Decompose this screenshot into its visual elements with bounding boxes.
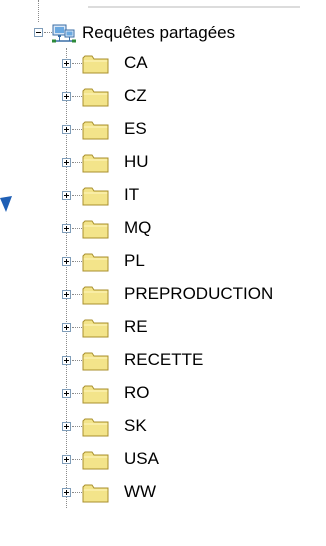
tree-connector (72, 195, 82, 196)
mouse-cursor-icon (0, 196, 12, 212)
folder-icon (82, 418, 109, 437)
tree-node-folder[interactable]: RO (0, 378, 326, 408)
tree-connector (72, 393, 82, 394)
folder-icon (82, 484, 109, 503)
folder-icon (82, 319, 109, 338)
tree-node-label: USA (124, 449, 159, 468)
tree-node-label: PREPRODUCTION (124, 284, 274, 303)
expand-icon[interactable] (62, 290, 71, 299)
tree-connector (72, 492, 82, 493)
tree-node-label: WW (124, 482, 157, 501)
collapse-icon[interactable] (34, 28, 43, 37)
expand-icon[interactable] (62, 389, 71, 398)
expand-icon[interactable] (62, 257, 71, 266)
tree-node-folder[interactable]: WW (0, 477, 326, 507)
tree-connector (72, 459, 82, 460)
tree-node-label: HU (124, 152, 149, 171)
tree-node-folder[interactable]: CA (0, 48, 326, 78)
tree-connector (72, 261, 82, 262)
expand-icon[interactable] (62, 455, 71, 464)
tree-node-folder[interactable]: ES (0, 114, 326, 144)
tree-node-folder[interactable]: RE (0, 312, 326, 342)
tree-node-folder[interactable]: HU (0, 147, 326, 177)
expand-icon[interactable] (62, 158, 71, 167)
expand-icon[interactable] (62, 92, 71, 101)
tree-node-label: ES (124, 119, 147, 138)
expand-icon[interactable] (62, 323, 71, 332)
tree-connector (72, 294, 82, 295)
tree-view[interactable]: Requêtes partagées CA CZ ES HU IT MQ PL … (0, 0, 326, 546)
tree-node-folder[interactable]: CZ (0, 81, 326, 111)
expand-icon[interactable] (62, 422, 71, 431)
tree-connector (72, 327, 82, 328)
tree-node-label: MQ (124, 218, 152, 237)
tree-node-label: Requêtes partagées (82, 23, 236, 42)
tree-node-label: PL (124, 251, 145, 270)
network-share-icon (52, 24, 76, 43)
tree-node-folder[interactable]: RECETTE (0, 345, 326, 375)
tree-node-folder[interactable]: PL (0, 246, 326, 276)
tree-node-label: CA (124, 53, 148, 72)
tree-node-label: IT (124, 185, 140, 204)
folder-icon (82, 187, 109, 206)
folder-icon (82, 385, 109, 404)
tree-node-folder[interactable]: USA (0, 444, 326, 474)
tree-connector (72, 426, 82, 427)
tree-node-label: SK (124, 416, 147, 435)
tree-node-label: RE (124, 317, 148, 336)
folder-icon (82, 286, 109, 305)
folder-icon (82, 451, 109, 470)
tree-node-requetes-partagees[interactable]: Requêtes partagées (0, 18, 326, 48)
tree-node-folder[interactable]: MQ (0, 213, 326, 243)
expand-icon[interactable] (62, 488, 71, 497)
tree-connector (72, 129, 82, 130)
folder-icon (82, 88, 109, 107)
folder-icon (82, 55, 109, 74)
tree-connector (72, 228, 82, 229)
expand-icon[interactable] (62, 191, 71, 200)
folder-icon (82, 220, 109, 239)
folder-icon (82, 121, 109, 140)
tree-node-label: RECETTE (124, 350, 204, 369)
tree-node-folder[interactable]: IT (0, 180, 326, 210)
folder-icon (82, 253, 109, 272)
tree-connector (72, 360, 82, 361)
tree-node-folder[interactable]: PREPRODUCTION (0, 279, 326, 309)
tree-connector (72, 96, 82, 97)
expand-icon[interactable] (62, 125, 71, 134)
expand-icon[interactable] (62, 224, 71, 233)
tree-node-label: CZ (124, 86, 147, 105)
folder-icon (82, 352, 109, 371)
tree-node-folder[interactable]: SK (0, 411, 326, 441)
expand-icon[interactable] (62, 59, 71, 68)
expand-icon[interactable] (62, 356, 71, 365)
previous-item-underline (88, 6, 300, 8)
tree-node-label: RO (124, 383, 150, 402)
folder-icon (82, 154, 109, 173)
tree-connector (72, 162, 82, 163)
tree-connector (72, 63, 82, 64)
tree-connector (44, 32, 52, 33)
